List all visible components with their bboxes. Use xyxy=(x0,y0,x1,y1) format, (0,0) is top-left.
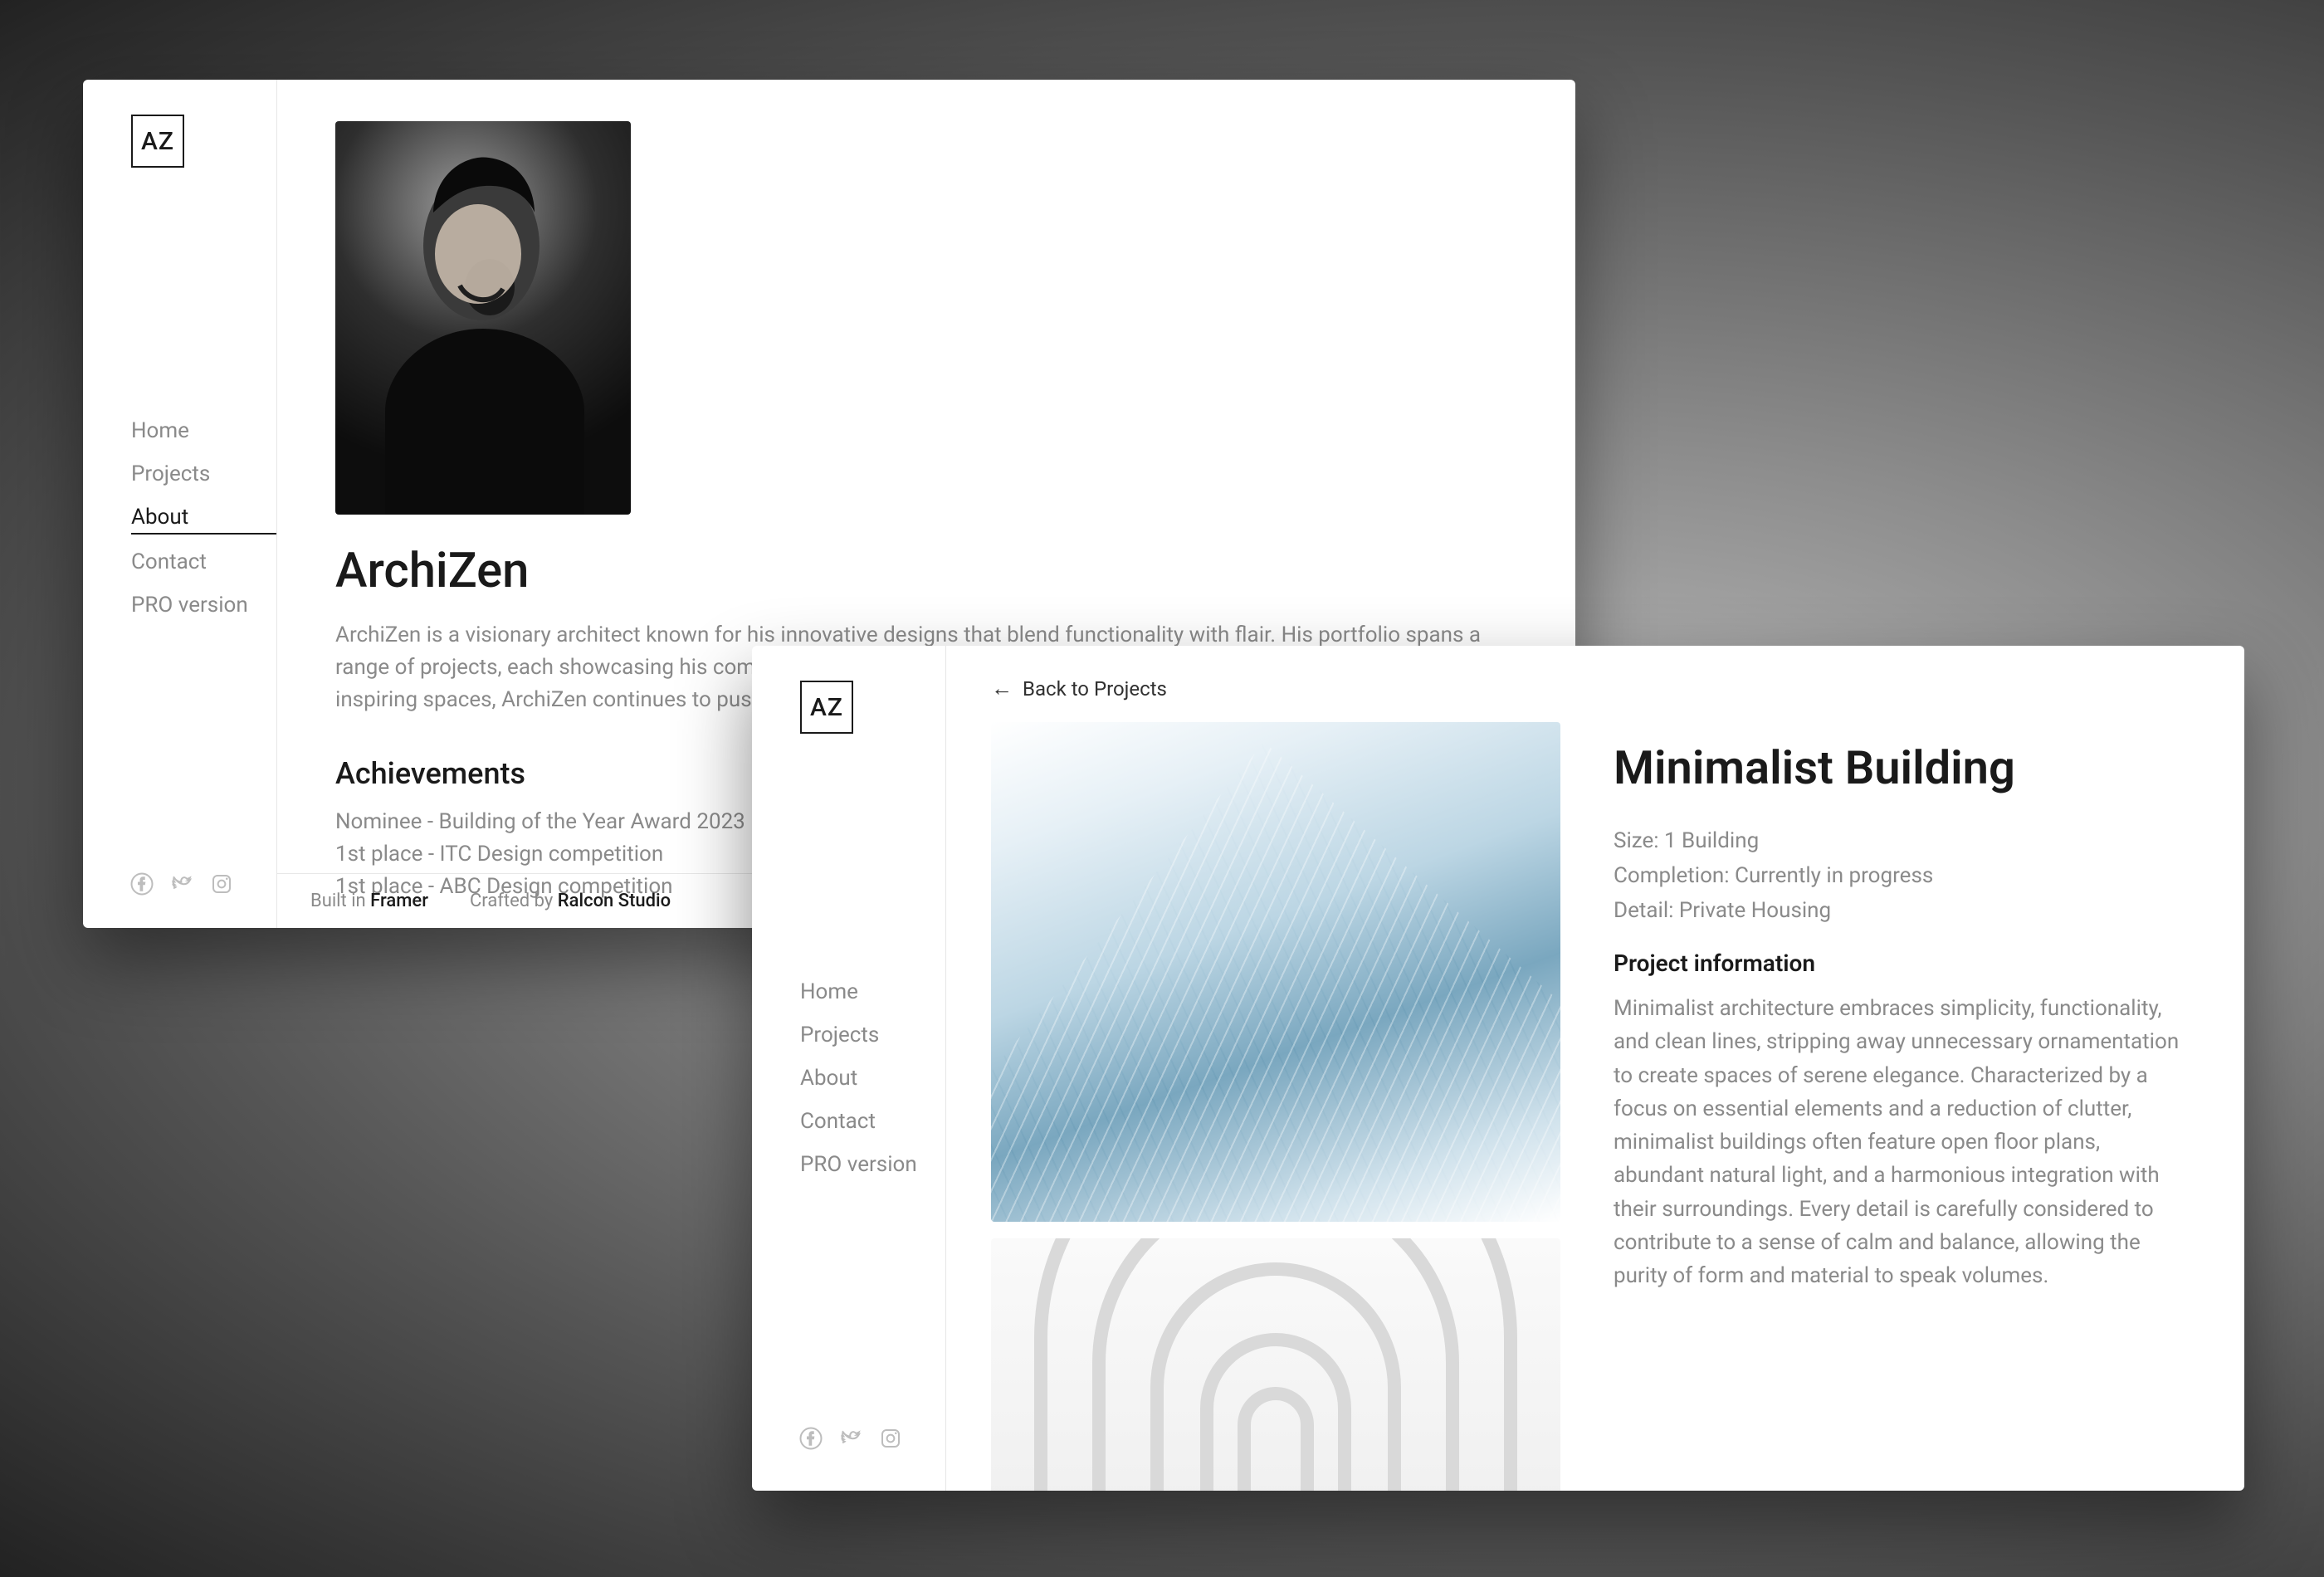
nav-item-about[interactable]: About xyxy=(131,505,276,535)
sidebar: AZ Home Projects About Contact PRO versi… xyxy=(752,646,946,1491)
instagram-icon[interactable] xyxy=(209,872,234,900)
meta-size: Size: 1 Building xyxy=(1614,828,2191,853)
instagram-icon[interactable] xyxy=(878,1426,903,1454)
primary-nav: Home Projects About Contact PRO version xyxy=(752,979,945,1180)
footer-built: Built in Framer xyxy=(310,891,428,911)
facebook-icon[interactable] xyxy=(798,1426,823,1454)
sidebar: AZ Home Projects About Contact PRO versi… xyxy=(83,80,277,928)
primary-nav: Home Projects About Contact PRO version xyxy=(83,418,276,621)
facebook-icon[interactable] xyxy=(129,872,154,900)
nav-item-pro[interactable]: PRO version xyxy=(800,1152,945,1180)
meta-value: 1 Building xyxy=(1664,828,1759,853)
arrow-left-icon: ← xyxy=(991,678,1013,700)
nav-item-projects[interactable]: Projects xyxy=(800,1023,945,1051)
meta-label: Size: xyxy=(1614,828,1659,853)
footer-built-link[interactable]: Framer xyxy=(370,891,428,911)
logo[interactable]: AZ xyxy=(131,115,184,168)
footer-crafted-prefix: Crafted by xyxy=(470,891,558,911)
footer-built-prefix: Built in xyxy=(310,891,370,911)
meta-value: Private Housing xyxy=(1679,898,1831,923)
meta-label: Detail: xyxy=(1614,898,1673,923)
nav-item-pro[interactable]: PRO version xyxy=(131,593,276,621)
nav-item-home[interactable]: Home xyxy=(800,979,945,1008)
project-image-secondary xyxy=(991,1238,1560,1491)
nav-item-contact[interactable]: Contact xyxy=(800,1109,945,1137)
project-gallery xyxy=(991,722,1560,1491)
page-title: ArchiZen xyxy=(335,543,1517,599)
social-links xyxy=(83,872,276,900)
twitter-icon[interactable] xyxy=(838,1426,863,1454)
project-content: ← Back to Projects xyxy=(946,646,2244,1491)
project-info-body: Minimalist architecture embraces simplic… xyxy=(1614,992,2191,1293)
nav-item-contact[interactable]: Contact xyxy=(131,549,276,578)
back-to-projects-link[interactable]: ← Back to Projects xyxy=(991,677,2191,701)
footer-crafted: Crafted by Ralcon Studio xyxy=(470,891,671,911)
project-page-window: AZ Home Projects About Contact PRO versi… xyxy=(752,646,2244,1491)
nav-item-projects[interactable]: Projects xyxy=(131,461,276,490)
logo[interactable]: AZ xyxy=(800,681,853,734)
about-portrait xyxy=(335,121,631,515)
twitter-icon[interactable] xyxy=(169,872,194,900)
footer-crafted-link[interactable]: Ralcon Studio xyxy=(558,891,671,911)
social-links xyxy=(752,1426,945,1454)
project-image-main xyxy=(991,722,1560,1222)
nav-item-about[interactable]: About xyxy=(800,1066,945,1094)
project-info-heading: Project information xyxy=(1614,950,2191,977)
project-title: Minimalist Building xyxy=(1614,740,2191,795)
project-details: Minimalist Building Size: 1 Building Com… xyxy=(1614,722,2191,1491)
meta-completion: Completion: Currently in progress xyxy=(1614,863,2191,888)
meta-label: Completion: xyxy=(1614,863,1730,888)
meta-detail: Detail: Private Housing xyxy=(1614,898,2191,923)
back-label: Back to Projects xyxy=(1023,677,1167,701)
nav-item-home[interactable]: Home xyxy=(131,418,276,447)
meta-value: Currently in progress xyxy=(1735,863,1933,888)
